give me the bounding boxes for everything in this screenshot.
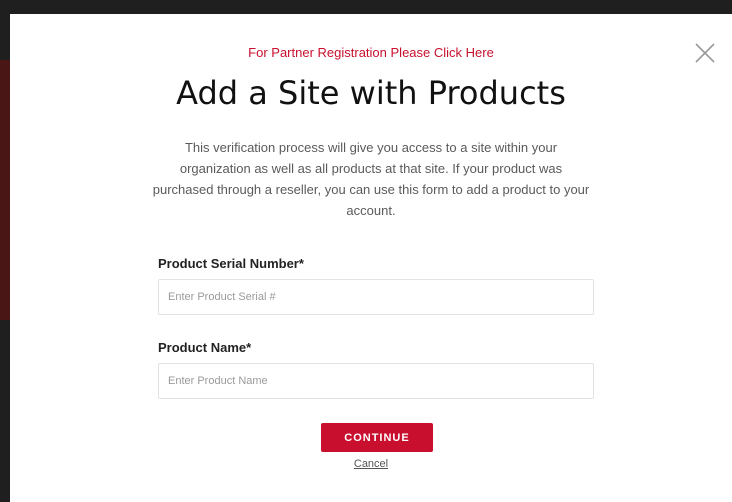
cancel-link[interactable]: Cancel — [10, 458, 732, 470]
add-site-modal: For Partner Registration Please Click He… — [10, 14, 732, 502]
product-name-label: Product Name* — [158, 340, 252, 355]
continue-button[interactable]: CONTINUE — [321, 423, 433, 452]
background-accent-strip — [0, 60, 10, 320]
modal-description: This verification process will give you … — [152, 140, 590, 218]
product-name-input[interactable] — [158, 363, 594, 399]
modal-title: Add a Site with Products — [176, 74, 566, 112]
serial-number-label: Product Serial Number* — [158, 256, 304, 271]
partner-registration-link[interactable]: For Partner Registration Please Click He… — [10, 45, 732, 60]
serial-number-input[interactable] — [158, 279, 594, 315]
